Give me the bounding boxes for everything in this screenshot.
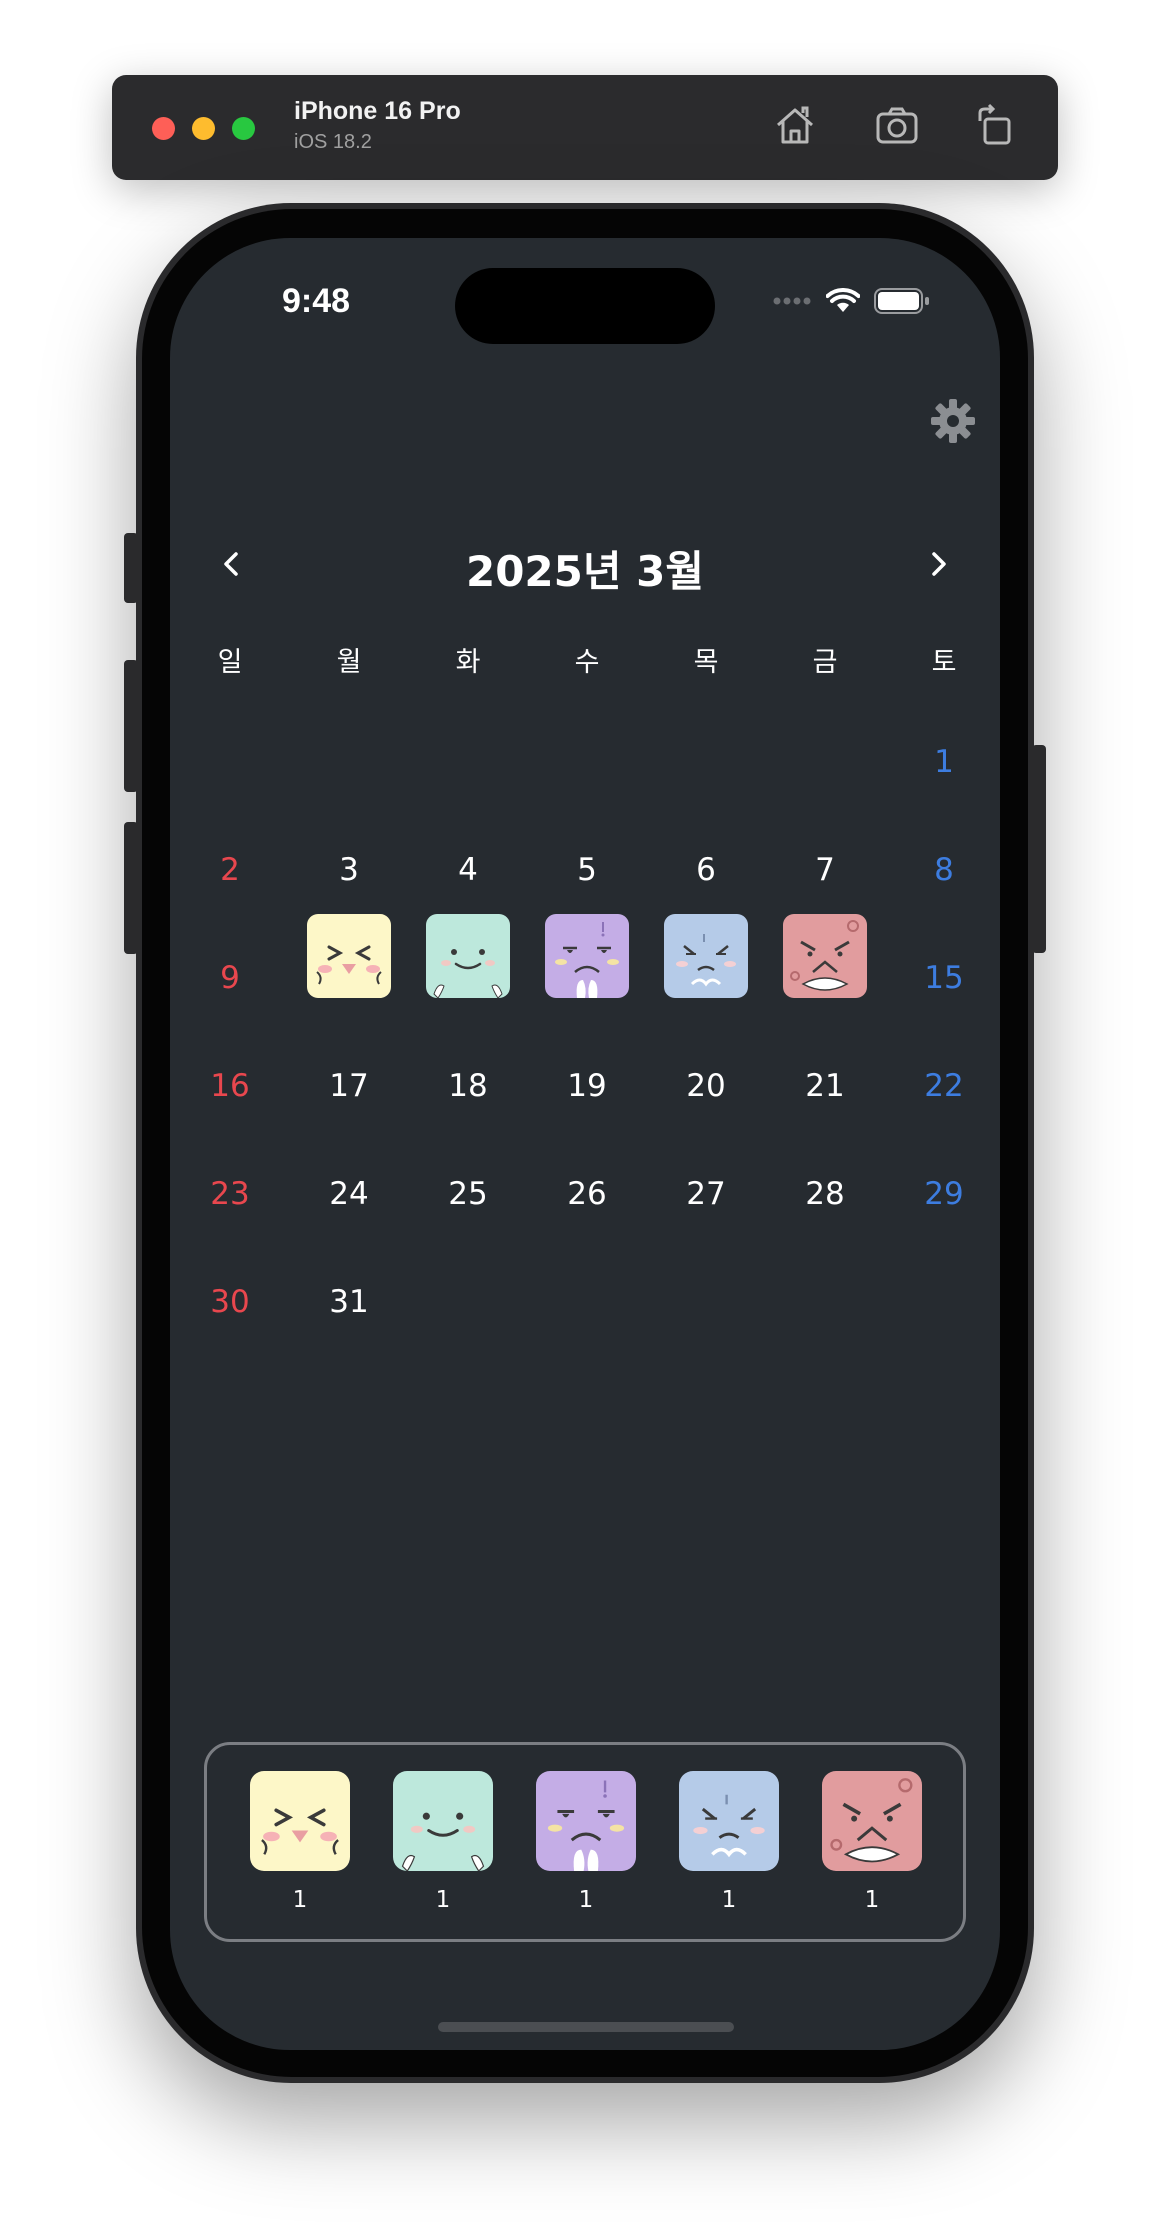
calendar-day[interactable]: 31 xyxy=(307,1278,391,1326)
screenshot-icon[interactable] xyxy=(872,101,922,151)
mood-count: 1 xyxy=(864,1887,880,1913)
minimize-window-button[interactable] xyxy=(192,117,215,140)
volume-up-button xyxy=(124,660,138,792)
month-title: 2025년 3월 xyxy=(465,547,705,596)
calendar-day[interactable]: 17 xyxy=(307,1062,391,1110)
calendar-day[interactable]: 23 xyxy=(188,1170,272,1218)
sad-face-icon xyxy=(679,1771,779,1871)
calendar-day[interactable]: 26 xyxy=(545,1170,629,1218)
summary-item-happy[interactable]: 1 xyxy=(250,1771,350,1913)
cellular-signal-icon xyxy=(773,297,811,305)
mood-day-annoyed[interactable] xyxy=(545,914,629,998)
mood-count: 1 xyxy=(292,1887,308,1913)
summary-item-sad[interactable]: 1 xyxy=(679,1771,779,1913)
calendar-day[interactable]: 29 xyxy=(902,1170,986,1218)
calendar-day[interactable]: 22 xyxy=(902,1062,986,1110)
calendar-day[interactable]: 7 xyxy=(783,846,867,894)
chevron-right-icon[interactable] xyxy=(918,544,958,584)
power-button xyxy=(1032,745,1046,953)
weekday-wed: 수 xyxy=(574,647,600,678)
calendar-day[interactable]: 16 xyxy=(188,1062,272,1110)
home-icon[interactable] xyxy=(770,101,820,151)
status-time: 9:48 xyxy=(282,282,351,320)
mood-summary-panel: 1 1 1 1 1 xyxy=(204,1742,966,1942)
os-version: iOS 18.2 xyxy=(294,131,372,153)
mood-day-calm[interactable] xyxy=(426,914,510,998)
dynamic-island xyxy=(455,268,715,344)
weekday-fri: 금 xyxy=(812,647,838,678)
calendar-day[interactable]: 27 xyxy=(664,1170,748,1218)
calendar-day[interactable]: 5 xyxy=(545,846,629,894)
summary-item-angry[interactable]: 1 xyxy=(822,1771,922,1913)
calendar-day[interactable]: 15 xyxy=(902,954,986,1002)
zoom-window-button[interactable] xyxy=(232,117,255,140)
calm-face-icon xyxy=(393,1771,493,1871)
mood-count: 1 xyxy=(435,1887,451,1913)
weekday-tue: 화 xyxy=(455,647,481,678)
mood-day-sad[interactable] xyxy=(664,914,748,998)
simulator-toolbar: iPhone 16 Pro iOS 18.2 xyxy=(112,75,1058,180)
summary-item-annoyed[interactable]: 1 xyxy=(536,1771,636,1913)
device-name: iPhone 16 Pro xyxy=(294,97,461,125)
calendar-day[interactable]: 21 xyxy=(783,1062,867,1110)
calendar-day[interactable]: 4 xyxy=(426,846,510,894)
mood-day-happy[interactable] xyxy=(307,914,391,998)
action-button xyxy=(124,533,138,603)
weekday-sat: 토 xyxy=(931,647,957,678)
calendar-day[interactable]: 3 xyxy=(307,846,391,894)
volume-down-button xyxy=(124,822,138,954)
close-window-button[interactable] xyxy=(152,117,175,140)
wifi-icon xyxy=(826,288,860,312)
calendar-day[interactable]: 19 xyxy=(545,1062,629,1110)
app-screen: 9:48 2025년 3월 일 월 화 수 목 금 토 1 2 3 4 5 6 … xyxy=(170,238,1000,2050)
calendar-day[interactable]: 9 xyxy=(188,954,272,1002)
gear-icon[interactable] xyxy=(930,398,976,444)
happy-face-icon xyxy=(250,1771,350,1871)
calendar-day[interactable]: 30 xyxy=(188,1278,272,1326)
calendar-day[interactable]: 6 xyxy=(664,846,748,894)
mood-day-angry[interactable] xyxy=(783,914,867,998)
calendar-day[interactable]: 28 xyxy=(783,1170,867,1218)
calendar-day[interactable]: 2 xyxy=(188,846,272,894)
home-indicator[interactable] xyxy=(438,2022,734,2032)
weekday-mon: 월 xyxy=(336,647,362,678)
calendar-day[interactable]: 24 xyxy=(307,1170,391,1218)
calendar-day[interactable]: 8 xyxy=(902,846,986,894)
status-icons xyxy=(772,288,930,314)
calendar-day[interactable]: 1 xyxy=(902,738,986,786)
mood-count: 1 xyxy=(721,1887,737,1913)
weekday-sun: 일 xyxy=(217,647,243,678)
weekday-thu: 목 xyxy=(693,647,719,678)
annoyed-face-icon xyxy=(536,1771,636,1871)
angry-face-icon xyxy=(822,1771,922,1871)
calendar-day[interactable]: 18 xyxy=(426,1062,510,1110)
mood-count: 1 xyxy=(578,1887,594,1913)
battery-icon xyxy=(874,288,929,314)
calendar-day[interactable]: 25 xyxy=(426,1170,510,1218)
summary-item-calm[interactable]: 1 xyxy=(393,1771,493,1913)
calendar-day[interactable]: 20 xyxy=(664,1062,748,1110)
rotate-icon[interactable] xyxy=(970,101,1020,151)
